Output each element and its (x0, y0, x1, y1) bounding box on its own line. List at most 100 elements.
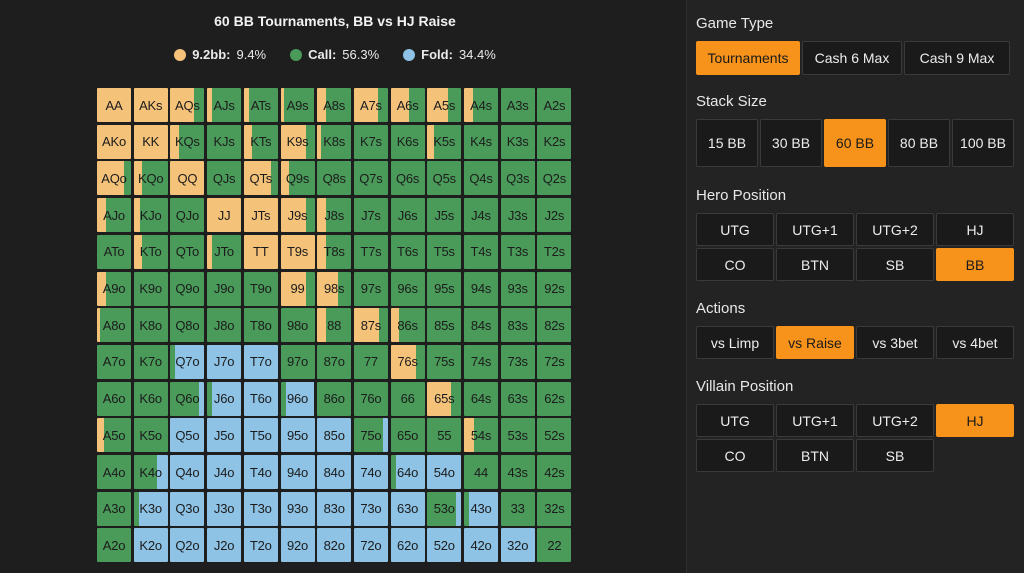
villain-position-option-utg-1[interactable]: UTG+1 (776, 404, 854, 437)
game-type-option-tournaments[interactable]: Tournaments (696, 41, 800, 75)
hand-cell-J7o[interactable]: J7o (207, 344, 242, 379)
hand-cell-Q3s[interactable]: Q3s (500, 161, 535, 196)
hand-cell-T3o[interactable]: T3o (243, 491, 278, 526)
hand-cell-KK[interactable]: KK (133, 124, 168, 159)
hand-cell-42o[interactable]: 42o (464, 528, 498, 563)
hand-cell-T5s[interactable]: T5s (427, 234, 462, 269)
hand-cell-A3s[interactable]: A3s (500, 88, 535, 122)
hand-cell-J7s[interactable]: J7s (353, 198, 388, 233)
hand-cell-K4o[interactable]: K4o (133, 455, 168, 489)
hand-cell-T9o[interactable]: T9o (243, 271, 278, 306)
hand-cell-K5s[interactable]: K5s (427, 124, 462, 159)
hand-cell-T3s[interactable]: T3s (500, 234, 535, 269)
game-type-option-cash-6-max[interactable]: Cash 6 Max (802, 41, 902, 75)
villain-position-option-utg-2[interactable]: UTG+2 (856, 404, 934, 437)
hand-cell-95s[interactable]: 95s (427, 271, 462, 306)
hand-cell-A4o[interactable]: A4o (97, 455, 131, 489)
hand-cell-42s[interactable]: 42s (537, 455, 572, 489)
villain-position-option-btn[interactable]: BTN (776, 439, 854, 472)
hand-cell-A6o[interactable]: A6o (97, 381, 131, 416)
hand-cell-K8o[interactable]: K8o (133, 308, 168, 343)
hand-cell-Q5s[interactable]: Q5s (427, 161, 462, 196)
stack-size-option-15-bb[interactable]: 15 BB (696, 119, 758, 167)
hand-cell-T9s[interactable]: T9s (280, 234, 315, 269)
hand-cell-J6o[interactable]: J6o (207, 381, 242, 416)
hand-cell-75o[interactable]: 75o (353, 418, 388, 453)
hand-cell-54o[interactable]: 54o (427, 455, 462, 489)
villain-position-option-sb[interactable]: SB (856, 439, 934, 472)
stack-size-option-60-bb[interactable]: 60 BB (824, 119, 886, 167)
hero-position-option-hj[interactable]: HJ (936, 213, 1014, 246)
actions-option-vs-limp[interactable]: vs Limp (696, 326, 774, 359)
hand-cell-86s[interactable]: 86s (390, 308, 425, 343)
hero-position-option-btn[interactable]: BTN (776, 248, 854, 281)
hand-cell-J5s[interactable]: J5s (427, 198, 462, 233)
hand-cell-AJo[interactable]: AJo (97, 198, 131, 233)
hand-cell-T2s[interactable]: T2s (537, 234, 572, 269)
hand-cell-54s[interactable]: 54s (464, 418, 498, 453)
hand-cell-53s[interactable]: 53s (500, 418, 535, 453)
hand-cell-J3o[interactable]: J3o (207, 491, 242, 526)
hand-cell-76o[interactable]: 76o (353, 381, 388, 416)
hand-cell-A9o[interactable]: A9o (97, 271, 131, 306)
hand-cell-JTs[interactable]: JTs (243, 198, 278, 233)
hand-cell-J3s[interactable]: J3s (500, 198, 535, 233)
hand-cell-T6o[interactable]: T6o (243, 381, 278, 416)
hand-cell-JTo[interactable]: JTo (207, 234, 242, 269)
hand-cell-Q4o[interactable]: Q4o (170, 455, 205, 489)
hand-cell-A8s[interactable]: A8s (317, 88, 352, 122)
hand-cell-85s[interactable]: 85s (427, 308, 462, 343)
hand-cell-A7o[interactable]: A7o (97, 344, 131, 379)
hand-cell-97o[interactable]: 97o (280, 344, 315, 379)
hand-cell-87o[interactable]: 87o (317, 344, 352, 379)
hand-cell-43o[interactable]: 43o (464, 491, 498, 526)
hand-cell-A2o[interactable]: A2o (97, 528, 131, 563)
hand-cell-64o[interactable]: 64o (390, 455, 425, 489)
hand-cell-J4s[interactable]: J4s (464, 198, 498, 233)
stack-size-option-100-bb[interactable]: 100 BB (952, 119, 1014, 167)
hand-cell-94o[interactable]: 94o (280, 455, 315, 489)
hand-cell-A2s[interactable]: A2s (537, 88, 572, 122)
hand-cell-J5o[interactable]: J5o (207, 418, 242, 453)
hand-cell-K4s[interactable]: K4s (464, 124, 498, 159)
villain-position-option-co[interactable]: CO (696, 439, 774, 472)
hand-cell-Q9o[interactable]: Q9o (170, 271, 205, 306)
hand-cell-64s[interactable]: 64s (464, 381, 498, 416)
hand-cell-A7s[interactable]: A7s (353, 88, 388, 122)
hand-cell-KQo[interactable]: KQo (133, 161, 168, 196)
hand-cell-J9o[interactable]: J9o (207, 271, 242, 306)
hand-cell-A4s[interactable]: A4s (464, 88, 498, 122)
hand-cell-K8s[interactable]: K8s (317, 124, 352, 159)
actions-option-vs-3bet[interactable]: vs 3bet (856, 326, 934, 359)
hand-cell-Q8s[interactable]: Q8s (317, 161, 352, 196)
hand-cell-32s[interactable]: 32s (537, 491, 572, 526)
hand-cell-96o[interactable]: 96o (280, 381, 315, 416)
hero-position-option-co[interactable]: CO (696, 248, 774, 281)
hero-position-option-utg[interactable]: UTG (696, 213, 774, 246)
hand-cell-T7s[interactable]: T7s (353, 234, 388, 269)
hand-cell-98o[interactable]: 98o (280, 308, 315, 343)
hand-cell-93s[interactable]: 93s (500, 271, 535, 306)
hero-position-option-bb[interactable]: BB (936, 248, 1014, 281)
hand-cell-85o[interactable]: 85o (317, 418, 352, 453)
hand-cell-AKo[interactable]: AKo (97, 124, 131, 159)
hand-cell-QJs[interactable]: QJs (207, 161, 242, 196)
hand-cell-52o[interactable]: 52o (427, 528, 462, 563)
hand-cell-72s[interactable]: 72s (537, 344, 572, 379)
hand-cell-63o[interactable]: 63o (390, 491, 425, 526)
hand-cell-K6o[interactable]: K6o (133, 381, 168, 416)
actions-option-vs-raise[interactable]: vs Raise (776, 326, 854, 359)
stack-size-option-30-bb[interactable]: 30 BB (760, 119, 822, 167)
hand-cell-73o[interactable]: 73o (353, 491, 388, 526)
actions-option-vs-4bet[interactable]: vs 4bet (936, 326, 1014, 359)
hand-cell-AA[interactable]: AA (97, 88, 131, 122)
hand-cell-KJo[interactable]: KJo (133, 198, 168, 233)
hand-cell-K5o[interactable]: K5o (133, 418, 168, 453)
hand-cell-22[interactable]: 22 (537, 528, 572, 563)
hand-cell-J6s[interactable]: J6s (390, 198, 425, 233)
villain-position-option-utg[interactable]: UTG (696, 404, 774, 437)
hero-position-option-utg-2[interactable]: UTG+2 (856, 213, 934, 246)
hand-cell-T4o[interactable]: T4o (243, 455, 278, 489)
hand-cell-74o[interactable]: 74o (353, 455, 388, 489)
hand-cell-TT[interactable]: TT (243, 234, 278, 269)
